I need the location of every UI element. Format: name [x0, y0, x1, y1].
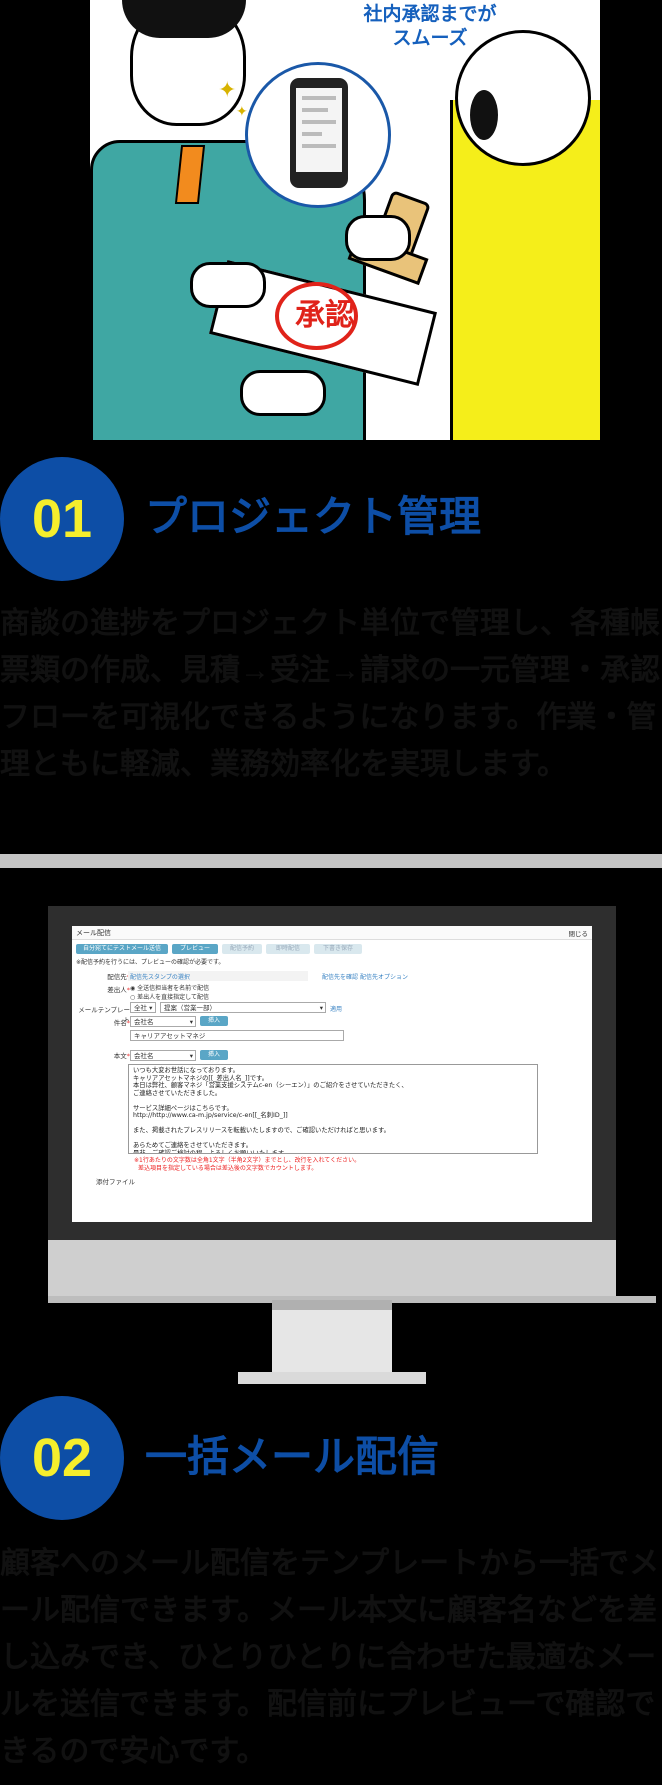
left-man-hair	[122, 0, 246, 38]
body-textarea[interactable]: いつも大変お世話になっております。 キャリアアセットマネジの[[_差出人名_]]…	[128, 1064, 538, 1154]
section-number-02: 02	[0, 1396, 124, 1520]
body-warning-2: 差込項目を指定している場合は差込後の文字数でカウントします。	[138, 1165, 318, 1172]
sparkle-icon: ✦	[218, 78, 237, 103]
recipient-options-link[interactable]: 配信先オプション	[360, 972, 408, 981]
template-select[interactable]: 提案（営業一部） ▾	[160, 1002, 326, 1013]
template-scope-select[interactable]: 全社 ▾	[130, 1002, 156, 1013]
schedule-button[interactable]: 配信予約	[222, 944, 262, 954]
sender-option-2: 差出人を直接指定して配信	[137, 994, 209, 1001]
sender-label: 差出人*	[107, 986, 130, 994]
sender-radio-all[interactable]: ◉ 全送信担当者を名前で配信	[130, 983, 209, 992]
section-number-01: 01	[0, 457, 124, 581]
confirm-recipients-link[interactable]: 配信先を確認	[322, 972, 358, 981]
screen-line	[302, 144, 336, 148]
screen-line	[302, 132, 322, 136]
mail-window-header: メール配信 閉じる	[72, 926, 592, 940]
left-hand	[190, 262, 266, 308]
right-hand	[345, 215, 411, 261]
recipients-label-text: 配信先	[107, 973, 127, 981]
approval-illustration: 承認 ✦ ✦ 社内承認までが スムーズ	[90, 0, 600, 440]
monitor-stand-top	[272, 1300, 392, 1310]
screen-line	[302, 120, 336, 124]
subject-insert-value: 会社名	[134, 1018, 154, 1026]
sparkle-icon: ✦	[236, 104, 248, 120]
section-title-bulk-mail: 一括メール配信	[145, 1433, 440, 1480]
preview-note: ※配信予約を行うには、プレビューの確認が必要です。	[76, 959, 225, 966]
subject-insert-button[interactable]: 挿入	[200, 1016, 228, 1026]
body-label-text: 本文	[113, 1052, 127, 1060]
sender-radio-direct[interactable]: ○ 差出人を直接指定して配信	[130, 992, 209, 1001]
monitor-stand	[272, 1300, 392, 1382]
template-value: 提案（営業一部）	[164, 1004, 216, 1012]
template-apply-link[interactable]: 適用	[330, 1004, 342, 1013]
lower-hand	[240, 370, 326, 416]
mail-window-title: メール配信	[76, 929, 111, 937]
subject-input[interactable]: キャリアアセットマネジ	[130, 1030, 344, 1041]
send-now-button[interactable]: 即時配信	[266, 944, 310, 954]
preview-button[interactable]: プレビュー	[172, 944, 218, 954]
caption-line-2: スムーズ	[392, 27, 468, 49]
save-draft-button[interactable]: 下書き保存	[314, 944, 362, 954]
chevron-down-icon: ▾	[319, 1004, 323, 1012]
screen-line	[302, 108, 328, 112]
right-man-hair	[470, 90, 498, 140]
section-body-project-management: 商談の進捗をプロジェクト単位で管理し、各種帳票類の作成、見積→受注→請求の一元管…	[0, 607, 660, 781]
screen-line	[302, 96, 336, 100]
monitor-foot	[238, 1372, 426, 1384]
chevron-down-icon: ▾	[189, 1052, 193, 1060]
section-divider	[0, 854, 662, 868]
close-button[interactable]: 閉じる	[569, 928, 589, 938]
illustration-caption: 社内承認までが スムーズ	[315, 2, 545, 50]
sender-label-text: 差出人	[107, 986, 127, 994]
section-title-project-management: プロジェクト管理	[145, 493, 482, 540]
section-body-bulk-mail: 顧客へのメール配信をテンプレートから一括でメール配信できます。メール本文に顧客名…	[0, 1547, 660, 1768]
template-scope-value: 全社	[134, 1004, 147, 1012]
sender-option-1: 全送信担当者を名前で配信	[137, 985, 210, 992]
subject-label: 件名*	[113, 1019, 130, 1027]
chevron-down-icon: ▾	[189, 1018, 193, 1026]
subject-insert-select[interactable]: 会社名 ▾	[130, 1016, 196, 1027]
test-mail-button[interactable]: 自分宛てにテストメール送信	[76, 944, 168, 954]
smartphone-screen	[296, 88, 342, 172]
seal-text: 承認	[295, 298, 355, 333]
attachment-label: 添付ファイル	[96, 1178, 135, 1186]
body-insert-value: 会社名	[134, 1052, 154, 1060]
body-insert-button[interactable]: 挿入	[200, 1050, 228, 1060]
caption-line-1: 社内承認までが	[363, 3, 497, 25]
body-label: 本文*	[113, 1052, 130, 1060]
recipients-label: 配信先*	[72, 971, 130, 981]
mail-delivery-screen: メール配信 閉じる 自分宛てにテストメール送信 プレビュー 配信予約 即時配信 …	[72, 926, 592, 1222]
body-insert-select[interactable]: 会社名 ▾	[130, 1050, 196, 1061]
select-recipients-link[interactable]: 配信先スタンプの選択	[130, 972, 190, 981]
monitor-chin	[48, 1240, 616, 1300]
subject-label-text: 件名	[113, 1019, 127, 1027]
